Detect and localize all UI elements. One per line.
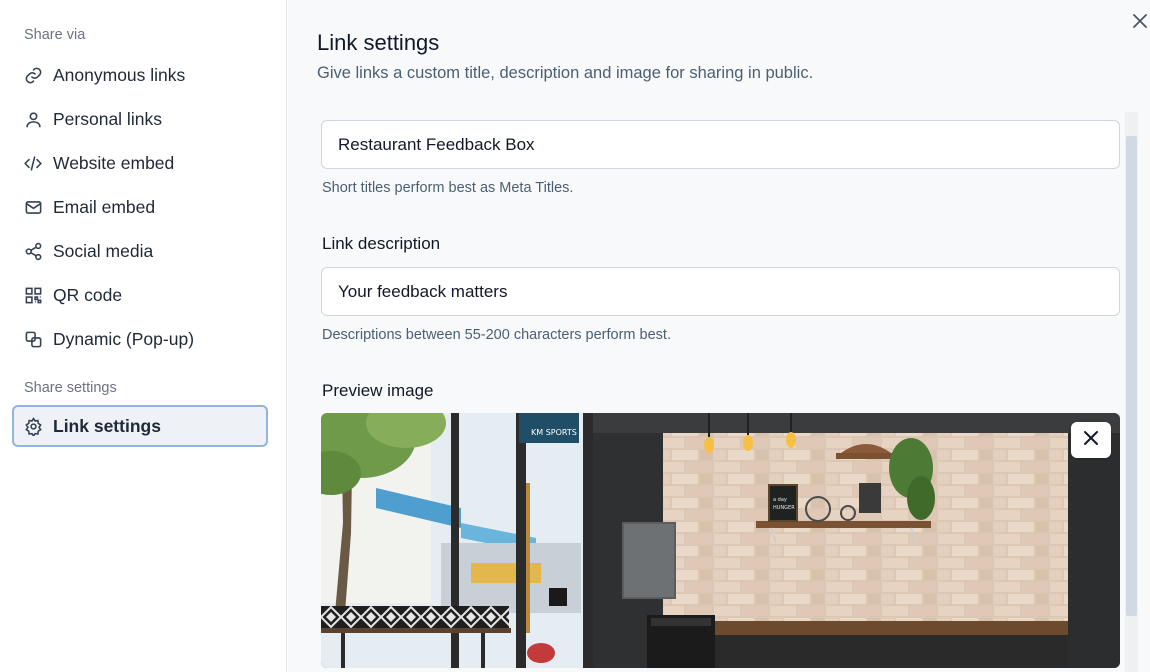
scrollbar-thumb[interactable] xyxy=(1126,136,1137,616)
sidebar-item-label: QR code xyxy=(53,284,123,305)
preview-image: KM SPORTS a day HUNGER xyxy=(321,413,1120,668)
popup-icon xyxy=(23,329,43,349)
sidebar-item-label: Personal links xyxy=(53,108,162,129)
qr-code-icon xyxy=(23,285,43,305)
sidebar-item-label: Website embed xyxy=(53,152,175,173)
sidebar-item-social-media[interactable]: Social media xyxy=(12,230,268,272)
sidebar-item-email-embed[interactable]: Email embed xyxy=(12,186,268,228)
code-icon xyxy=(23,153,43,173)
share-via-label: Share via xyxy=(24,27,86,43)
sidebar-item-dynamic-popup[interactable]: Dynamic (Pop-up) xyxy=(12,318,268,360)
sidebar-item-label: Social media xyxy=(53,240,154,261)
mail-icon xyxy=(23,197,43,217)
gear-icon xyxy=(23,416,43,436)
sidebar-item-link-settings[interactable]: Link settings xyxy=(12,405,268,447)
share-sidebar: Share via Anonymous links Personal links… xyxy=(0,0,287,672)
close-icon xyxy=(1082,429,1100,452)
svg-text:HUNGER: HUNGER xyxy=(773,505,795,511)
remove-preview-image-button[interactable] xyxy=(1071,422,1111,458)
sidebar-item-website-embed[interactable]: Website embed xyxy=(12,142,268,184)
link-title-help: Short titles perform best as Meta Titles… xyxy=(322,180,574,196)
sidebar-item-label: Anonymous links xyxy=(53,64,186,85)
close-icon[interactable] xyxy=(1130,10,1150,32)
share-settings-label: Share settings xyxy=(24,380,117,396)
sidebar-item-label: Email embed xyxy=(53,196,156,217)
svg-text:a day: a day xyxy=(773,497,787,503)
page-title: Link settings xyxy=(317,30,440,55)
preview-image-label: Preview image xyxy=(322,381,434,400)
link-description-help: Descriptions between 55-200 characters p… xyxy=(322,327,671,343)
sidebar-item-label: Link settings xyxy=(53,415,161,436)
share-icon xyxy=(23,241,43,261)
sidebar-item-qr-code[interactable]: QR code xyxy=(12,274,268,316)
link-settings-panel: Link settings Give links a custom title,… xyxy=(288,0,1150,672)
link-icon xyxy=(23,65,43,85)
link-description-input[interactable]: Your feedback matters xyxy=(321,267,1120,316)
link-description-label: Link description xyxy=(322,234,441,253)
sidebar-item-anonymous-links[interactable]: Anonymous links xyxy=(12,54,268,96)
sidebar-item-label: Dynamic (Pop-up) xyxy=(53,328,195,349)
link-title-input[interactable]: Restaurant Feedback Box xyxy=(321,120,1120,169)
sidebar-item-personal-links[interactable]: Personal links xyxy=(12,98,268,140)
user-icon xyxy=(23,109,43,129)
page-subtitle: Give links a custom title, description a… xyxy=(317,64,814,82)
svg-text:KM SPORTS: KM SPORTS xyxy=(531,428,577,437)
